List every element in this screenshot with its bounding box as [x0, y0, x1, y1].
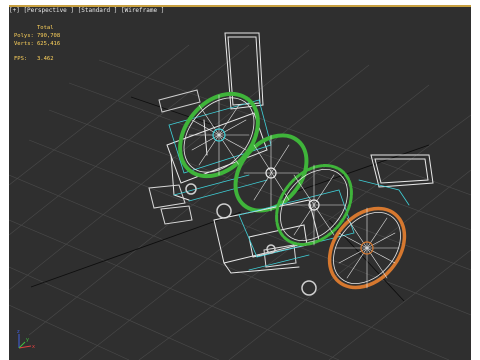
axis-x-label: x — [32, 344, 35, 350]
axis-gizmo: x y z — [17, 329, 35, 350]
axis-z-label: z — [17, 329, 20, 335]
scene-render — [9, 32, 471, 360]
grid-main-axes — [30, 96, 430, 302]
wheelchair-back — [148, 32, 309, 225]
axis-y-label: y — [26, 337, 29, 343]
perspective-viewport[interactable]: [+] [Perspective ] [Standard ] [Wirefram… — [9, 5, 471, 360]
